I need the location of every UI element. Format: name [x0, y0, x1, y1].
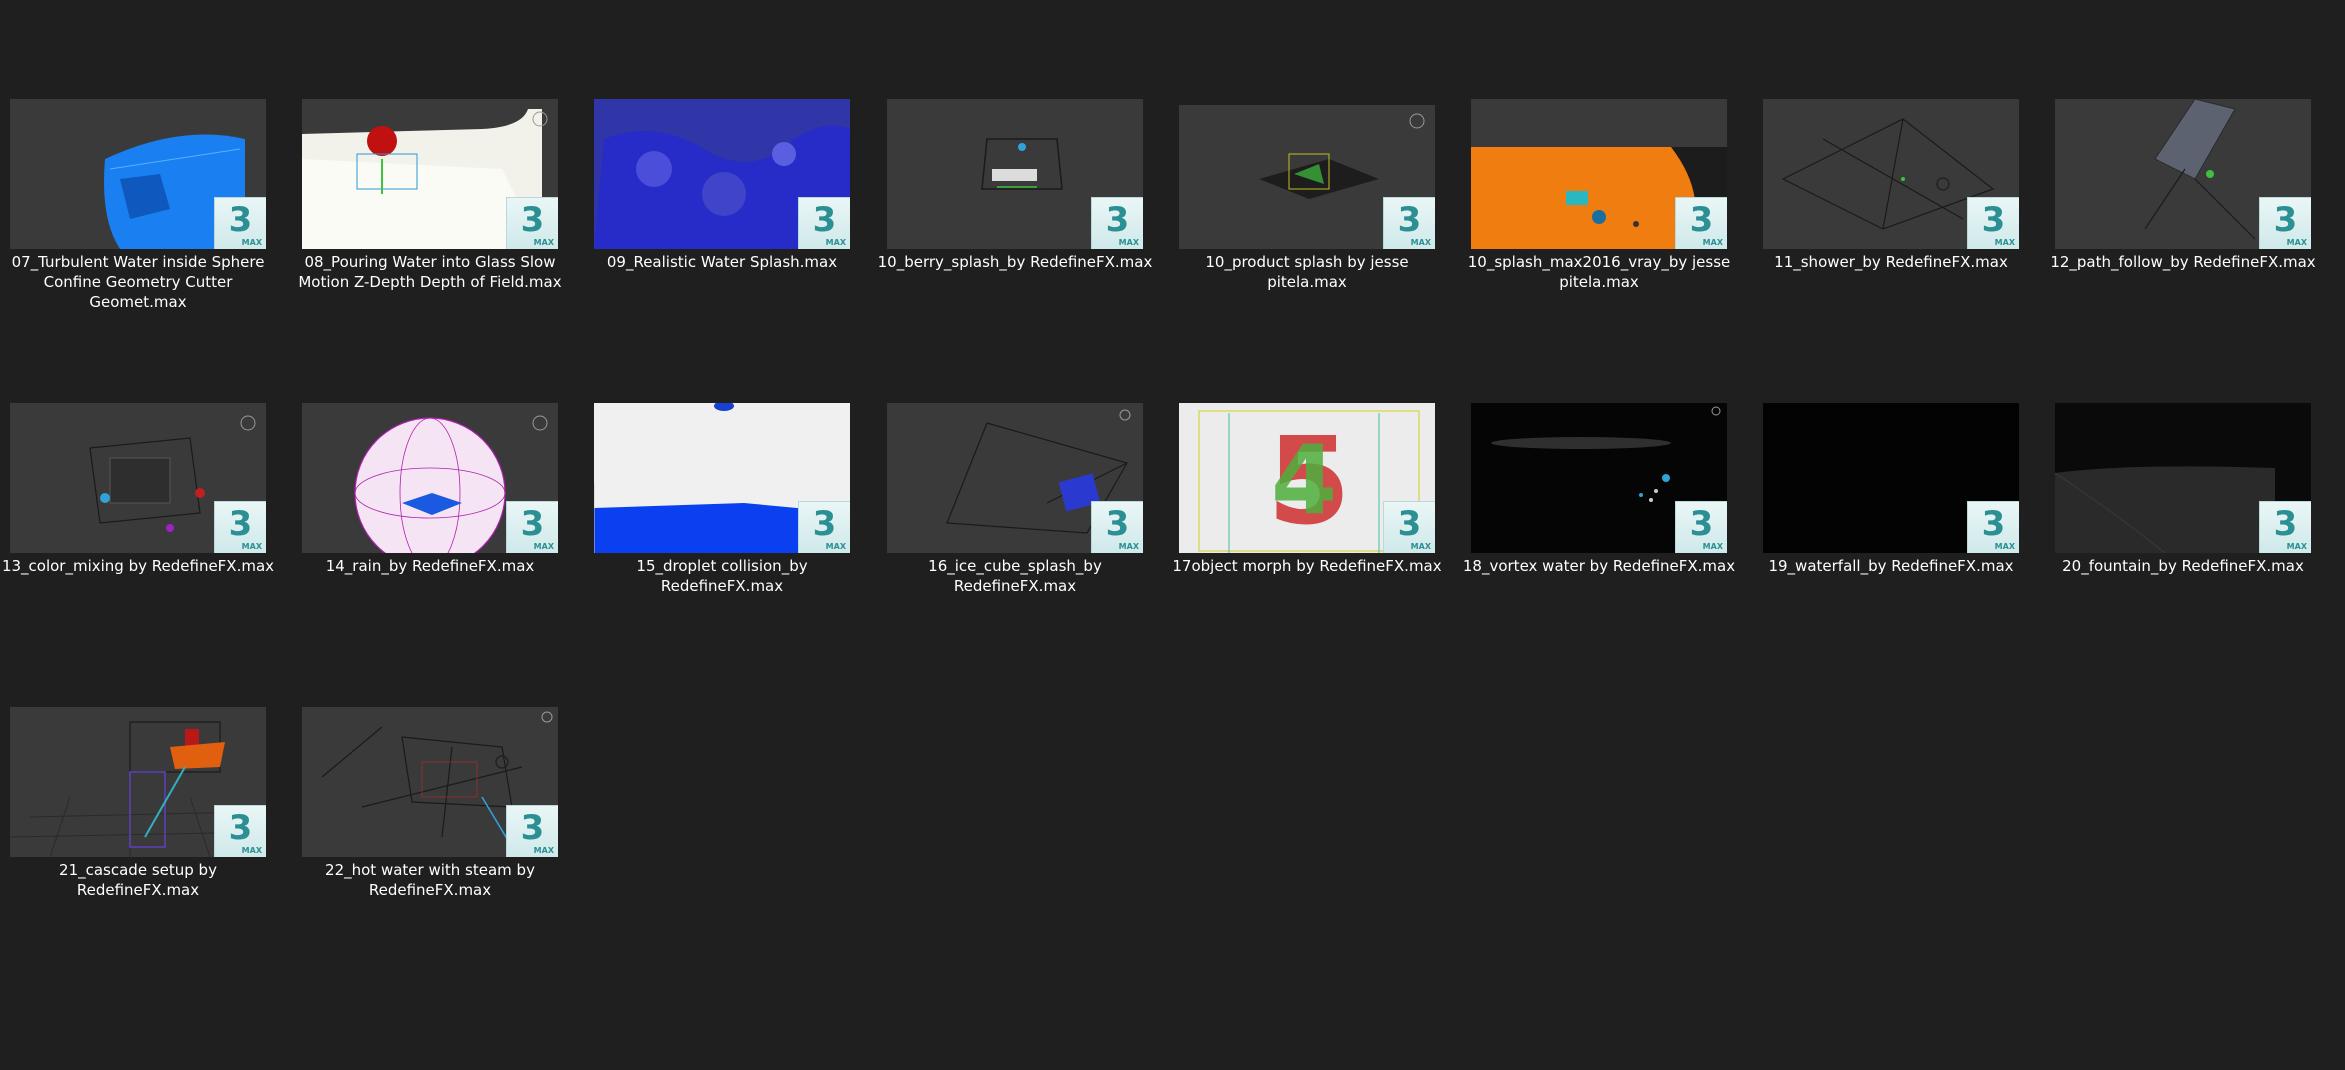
file-name: 12_path_follow_by RedefineFX.max — [2050, 253, 2316, 271]
3ds-max-file-icon: 3 MAX — [1967, 501, 2019, 553]
file-name: 15_droplet collision_by RedefineFX.max — [636, 557, 808, 595]
thumbnail: 3 MAX — [2055, 403, 2311, 553]
thumbnail: 3 MAX — [2055, 99, 2311, 249]
thumbnail: 3 MAX — [594, 403, 850, 553]
thumbnail: 3 MAX — [887, 403, 1143, 553]
file-name: 22_hot water with steam by RedefineFX.ma… — [325, 861, 535, 899]
file-name: 18_vortex water by RedefineFX.max — [1462, 557, 1736, 575]
file-name: 09_Realistic Water Splash.max — [606, 253, 838, 271]
file-name: 10_splash_max2016_vray_by jesse pitela.m… — [1467, 253, 1731, 291]
file-item-15[interactable]: 3 MAX 15_droplet collision_by RedefineFX… — [576, 403, 868, 596]
file-item-07[interactable]: 3 MAX 07_Turbulent Water inside Sphere C… — [0, 99, 284, 312]
3ds-max-file-icon: 3 MAX — [506, 501, 558, 553]
3ds-max-file-icon: 3 MAX — [798, 501, 850, 553]
3ds-max-file-icon: 3 MAX — [214, 501, 266, 553]
3ds-max-file-icon: 3 MAX — [1091, 501, 1143, 553]
file-item-08[interactable]: 3 MAX 08_Pouring Water into Glass Slow M… — [284, 99, 576, 292]
file-item-20[interactable]: 3 MAX 20_fountain_by RedefineFX.max — [2037, 403, 2329, 576]
file-name: 08_Pouring Water into Glass Slow Motion … — [298, 253, 562, 291]
thumbnail: 3 MAX — [302, 707, 558, 857]
svg-text:4: 4 — [1271, 426, 1337, 536]
file-name: 16_ice_cube_splash_by RedefineFX.max — [928, 557, 1102, 595]
file-item-12[interactable]: 3 MAX 12_path_follow_by RedefineFX.max — [2037, 99, 2329, 272]
file-name: 21_cascade setup by RedefineFX.max — [59, 861, 217, 899]
file-item-13[interactable]: 3 MAX 13_color_mixing by RedefineFX.max — [0, 403, 284, 576]
file-name: 19_waterfall_by RedefineFX.max — [1768, 557, 2014, 575]
file-name: 10_berry_splash_by RedefineFX.max — [877, 253, 1153, 271]
file-item-10-splash-vray[interactable]: 3 MAX 10_splash_max2016_vray_by jesse pi… — [1453, 99, 1745, 292]
file-name: 17object morph by RedefineFX.max — [1172, 557, 1442, 575]
file-name: 20_fountain_by RedefineFX.max — [2062, 557, 2304, 575]
3ds-max-file-icon: 3 MAX — [1383, 197, 1435, 249]
file-name: 10_product splash by jesse pitela.max — [1205, 253, 1409, 291]
file-item-21[interactable]: 3 MAX 21_cascade setup by RedefineFX.max — [0, 707, 284, 900]
3ds-max-file-icon: 3 MAX — [1967, 197, 2019, 249]
thumbnail: 3 MAX — [1763, 99, 2019, 249]
3ds-max-file-icon: 3 MAX — [798, 197, 850, 249]
file-name: 14_rain_by RedefineFX.max — [325, 557, 535, 575]
3ds-max-file-icon: 3 MAX — [2259, 501, 2311, 553]
3ds-max-file-icon: 3 MAX — [506, 197, 558, 249]
thumbnail: 3 MAX — [1763, 403, 2019, 553]
thumbnail: 3 MAX — [10, 99, 266, 249]
3ds-max-file-icon: 3 MAX — [1675, 501, 1727, 553]
file-item-10-product[interactable]: 3 MAX 10_product splash by jesse pitela.… — [1161, 99, 1453, 292]
3ds-max-file-icon: 3 MAX — [214, 197, 266, 249]
thumbnail: 5 4 3 MAX — [1179, 403, 1435, 553]
file-item-17[interactable]: 5 4 3 MAX 17object morph by RedefineFX.m… — [1161, 403, 1453, 576]
thumbnail: 3 MAX — [887, 99, 1143, 249]
thumbnail: 3 MAX — [302, 99, 558, 249]
file-name: 11_shower_by RedefineFX.max — [1774, 253, 2008, 271]
thumbnail: 3 MAX — [1179, 99, 1435, 249]
thumbnail: 3 MAX — [1471, 99, 1727, 249]
thumbnail: 3 MAX — [10, 403, 266, 553]
3ds-max-file-icon: 3 MAX — [2259, 197, 2311, 249]
file-item-11[interactable]: 3 MAX 11_shower_by RedefineFX.max — [1745, 99, 2037, 272]
thumbnail: 3 MAX — [10, 707, 266, 857]
file-item-09[interactable]: 3 MAX 09_Realistic Water Splash.max — [576, 99, 868, 272]
file-item-22[interactable]: 3 MAX 22_hot water with steam by Redefin… — [284, 707, 576, 900]
file-item-16[interactable]: 3 MAX 16_ice_cube_splash_by RedefineFX.m… — [869, 403, 1161, 596]
3ds-max-file-icon: 3 MAX — [214, 805, 266, 857]
thumbnail: 3 MAX — [302, 403, 558, 553]
file-item-14[interactable]: 3 MAX 14_rain_by RedefineFX.max — [284, 403, 576, 576]
thumbnail: 3 MAX — [1471, 403, 1727, 553]
3ds-max-file-icon: 3 MAX — [506, 805, 558, 857]
3ds-max-file-icon: 3 MAX — [1383, 501, 1435, 553]
file-name: 13_color_mixing by RedefineFX.max — [1, 557, 275, 575]
file-item-10-berry[interactable]: 3 MAX 10_berry_splash_by RedefineFX.max — [869, 99, 1161, 272]
file-grid: 3 MAX 07_Turbulent Water inside Sphere C… — [0, 0, 2345, 1070]
3ds-max-file-icon: 3 MAX — [1675, 197, 1727, 249]
file-item-19[interactable]: 3 MAX 19_waterfall_by RedefineFX.max — [1745, 403, 2037, 576]
3ds-max-file-icon: 3 MAX — [1091, 197, 1143, 249]
file-name: 07_Turbulent Water inside Sphere Confine… — [11, 253, 265, 311]
file-item-18[interactable]: 3 MAX 18_vortex water by RedefineFX.max — [1453, 403, 1745, 576]
thumbnail: 3 MAX — [594, 99, 850, 249]
